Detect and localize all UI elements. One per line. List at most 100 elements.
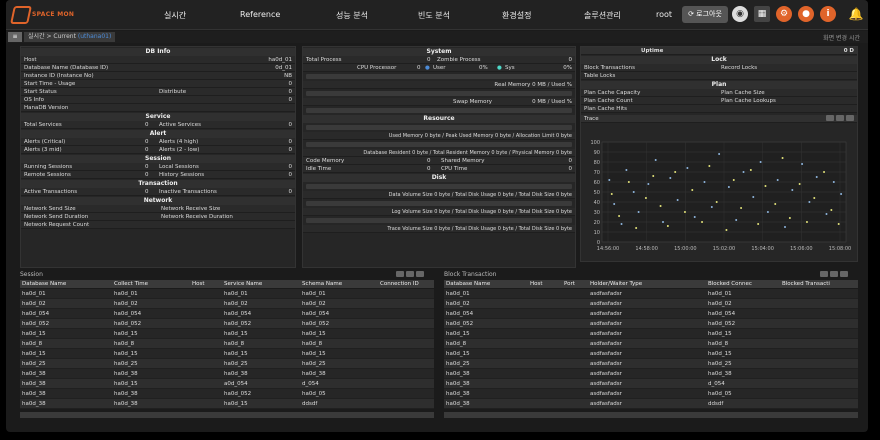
table-row[interactable]: ha0d_25 ha0d_25 ha0d_25 ha0d_25: [20, 359, 434, 369]
grid-icon[interactable]: ▦: [754, 6, 770, 22]
nav-settings[interactable]: 환경설정: [502, 10, 531, 21]
info-icon[interactable]: i: [820, 6, 836, 22]
table-row[interactable]: ha0d_02 asdfasfadsr ha0d_02: [444, 299, 858, 309]
data-point: [683, 211, 686, 213]
data-point: [647, 183, 650, 185]
column-header[interactable]: Host: [530, 280, 562, 288]
table-cell: ha0d_25: [22, 361, 46, 367]
globe-icon[interactable]: ◉: [732, 6, 748, 22]
column-header[interactable]: Database Name: [446, 280, 528, 288]
system-panel: System Total Process 0 Zombie Process 0 …: [302, 46, 576, 268]
sys-label: Sys: [505, 65, 515, 71]
swap-memory-label: Swap Memory: [453, 99, 492, 105]
cpu-label: CPU Processor: [357, 65, 397, 71]
nav-realtime[interactable]: 실시간: [164, 10, 186, 21]
alarm-icon[interactable]: ●: [798, 6, 814, 22]
table-row[interactable]: ha0d_15 ha0d_15 ha0d_15 ha0d_15: [20, 349, 434, 359]
table-cell: ha0d_25: [708, 361, 732, 367]
y-tick-label: 100: [590, 140, 600, 146]
trace-export-icon[interactable]: [826, 115, 834, 121]
column-header[interactable]: Holder/Waiter Type: [590, 280, 706, 288]
db-info-label: OS Info: [24, 97, 44, 103]
data-point: [766, 211, 769, 213]
column-header[interactable]: Collect Time: [114, 280, 190, 288]
column-header[interactable]: Connection ID: [380, 280, 434, 288]
table-row[interactable]: ha0d_38 ha0d_38 ha0d_38 ha0d_38: [20, 369, 434, 379]
table-cell: asdfasfadsr: [590, 311, 622, 317]
nav-performance[interactable]: 성능 분석: [336, 10, 368, 21]
table-row[interactable]: ha0d_38 asdfasfadsr ha0d_05: [444, 389, 858, 399]
table-row[interactable]: ha0d_052 asdfasfadsr ha0d_052: [444, 319, 858, 329]
data-point: [659, 205, 662, 207]
shared-memory-value: 0: [568, 158, 573, 164]
data-point: [613, 203, 616, 205]
column-header[interactable]: Database Name: [22, 280, 112, 288]
table-cell: ha0d_15: [708, 351, 732, 357]
nav-solution[interactable]: 솔루션관리: [584, 10, 621, 21]
table-cell: ha0d_052: [224, 321, 252, 327]
data-point: [701, 221, 704, 223]
table-row[interactable]: ha0d_052 ha0d_052 ha0d_052 ha0d_052: [20, 319, 434, 329]
table-row[interactable]: ha0d_25 asdfasfadsr ha0d_25: [444, 359, 858, 369]
block-config-icon[interactable]: [840, 271, 848, 277]
table-row[interactable]: ha0d_01 asdfasfadsr ha0d_01: [444, 289, 858, 299]
nav-reference[interactable]: Reference: [240, 10, 280, 19]
table-row[interactable]: ha0d_15 ha0d_15 ha0d_15 ha0d_15: [20, 329, 434, 339]
tab-current[interactable]: 실시간 > Current (uthana01): [24, 32, 116, 42]
tab-current-sub: (uthana01): [77, 33, 112, 40]
x-tick-label: 15:00:00: [674, 246, 696, 252]
session-config-icon[interactable]: [416, 271, 424, 277]
data-point: [652, 175, 655, 177]
table-row[interactable]: ha0d_02 ha0d_02 ha0d_02 ha0d_02: [20, 299, 434, 309]
column-header[interactable]: Host: [192, 280, 222, 288]
column-header[interactable]: Schema Name: [302, 280, 378, 288]
block-export-icon[interactable]: [820, 271, 828, 277]
table-cell: ha0d_38: [708, 371, 732, 377]
data-point: [813, 197, 816, 199]
block-view-icon[interactable]: [830, 271, 838, 277]
table-row[interactable]: ha0d_38 ha0d_38 ha0d_15 ddsdf: [20, 399, 434, 409]
nav-frequency[interactable]: 빈도 분석: [418, 10, 450, 21]
logout-button[interactable]: ⟳ 로그아웃: [682, 6, 728, 23]
column-header[interactable]: Blocked Connec: [708, 280, 780, 288]
table-row[interactable]: ha0d_8 asdfasfadsr ha0d_8: [444, 339, 858, 349]
table-row[interactable]: ha0d_01 ha0d_01 ha0d_01 ha0d_01: [20, 289, 434, 299]
table-row[interactable]: ha0d_38 asdfasfadsr ddsdf: [444, 399, 858, 409]
session-view-icon[interactable]: [406, 271, 414, 277]
data-point: [781, 157, 784, 159]
table-row[interactable]: ha0d_38 asdfasfadsr ha0d_38: [444, 369, 858, 379]
table-locks-label: Table Locks: [584, 73, 616, 79]
table-row[interactable]: ha0d_054 ha0d_054 ha0d_054 ha0d_054: [20, 309, 434, 319]
table-row[interactable]: ha0d_8 ha0d_8 ha0d_8 ha0d_8: [20, 339, 434, 349]
db-info-label: Start Time - Usage: [24, 81, 76, 87]
data-point: [749, 169, 752, 171]
active-services-value: 0: [288, 122, 293, 128]
data-point: [801, 163, 804, 165]
table-cell: ha0d_15: [114, 331, 138, 337]
table-cell: asdfasfadsr: [590, 351, 622, 357]
table-row[interactable]: ha0d_15 asdfasfadsr ha0d_15: [444, 329, 858, 339]
session-right-value: 0: [288, 172, 293, 178]
table-row[interactable]: ha0d_38 ha0d_15 a0d_054 d_054: [20, 379, 434, 389]
trace-view-icon[interactable]: [836, 115, 844, 121]
bell-icon[interactable]: 🔔: [848, 6, 864, 22]
session-hscroll[interactable]: [20, 412, 434, 418]
table-row[interactable]: ha0d_054 asdfasfadsr ha0d_054: [444, 309, 858, 319]
table-cell: ha0d_054: [302, 311, 330, 317]
data-volume-bar: [306, 184, 572, 189]
plan-row: Plan Cache Count Plan Cache Lookups: [581, 97, 857, 105]
tab-menu-icon[interactable]: ≡: [8, 32, 22, 42]
session-export-icon[interactable]: [396, 271, 404, 277]
settings-icon[interactable]: ⚙: [776, 6, 792, 22]
table-row[interactable]: ha0d_38 ha0d_38 ha0d_052 ha0d_05: [20, 389, 434, 399]
table-cell: ha0d_15: [224, 351, 248, 357]
table-row[interactable]: ha0d_15 asdfasfadsr ha0d_15: [444, 349, 858, 359]
trace-config-icon[interactable]: [846, 115, 854, 121]
alert-left-value: 0: [145, 147, 149, 153]
column-header[interactable]: Port: [564, 280, 588, 288]
block-hscroll[interactable]: [444, 412, 858, 418]
column-header[interactable]: Service Name: [224, 280, 300, 288]
logo[interactable]: SPACE MON: [10, 6, 78, 24]
table-row[interactable]: ha0d_38 asdfasfadsr d_054: [444, 379, 858, 389]
column-header[interactable]: Blocked Transacti: [782, 280, 858, 288]
